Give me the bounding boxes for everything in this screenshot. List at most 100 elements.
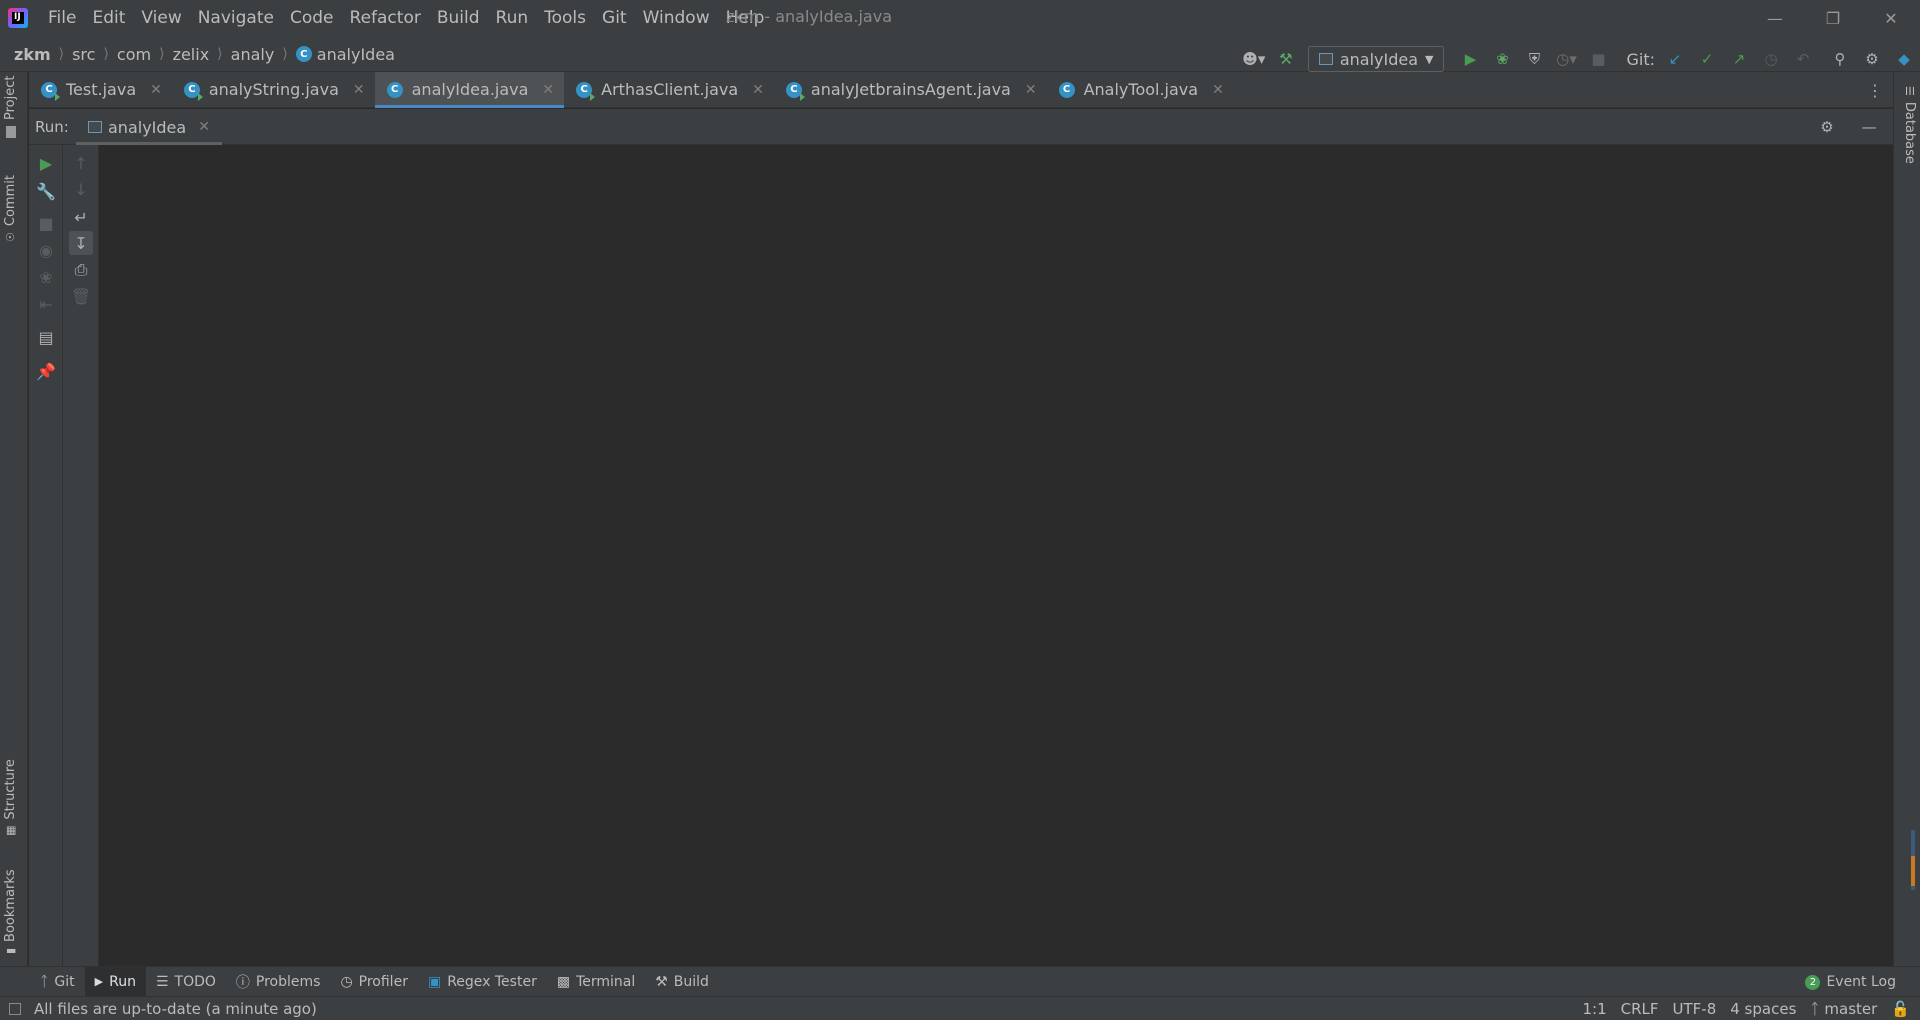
history-icon[interactable]: ◷ — [1758, 46, 1784, 72]
close-tab-icon[interactable]: ✕ — [353, 82, 365, 98]
close-tab-icon[interactable]: ✕ — [1212, 82, 1224, 98]
tool-label: Event Log — [1826, 974, 1896, 990]
pin-icon[interactable]: 📌 — [34, 359, 58, 383]
java-class-icon: C — [386, 81, 403, 98]
tool-tab-project[interactable]: Project — [3, 76, 18, 138]
close-tab-icon[interactable]: ✕ — [198, 119, 210, 135]
tool-build[interactable]: ⚒ Build — [645, 967, 719, 997]
camera-icon[interactable]: ◉ — [34, 238, 58, 262]
user-menu-icon[interactable]: ☻▾ — [1241, 46, 1267, 72]
run-configuration-selector[interactable]: analyIdea ▼ — [1307, 46, 1445, 72]
navigation-bar: zkm ⟩ src ⟩ com ⟩ zelix ⟩ analy ⟩ C analyIdea… — [0, 36, 1920, 72]
run-triangle-icon: ▶ — [94, 975, 104, 988]
left-tool-stripe: Project ☉ Commit ▦ Structure ▮ Bookmarks — [0, 72, 28, 966]
close-tab-icon[interactable]: ✕ — [542, 82, 554, 98]
debug-icon[interactable]: ❀ — [1489, 46, 1515, 72]
wrench-icon[interactable]: 🔧 — [34, 179, 58, 203]
breadcrumb-item[interactable]: com — [117, 45, 151, 64]
editor-tab-analyjetbrainsagent[interactable]: C analyJetbrainsAgent.java ✕ — [774, 72, 1047, 108]
indent-setting[interactable]: 4 spaces — [1730, 1000, 1796, 1018]
git-push-icon[interactable]: ↗ — [1726, 46, 1752, 72]
hide-panel-icon[interactable]: — — [1856, 114, 1882, 140]
run-tab-analyidea[interactable]: analyIdea ✕ — [76, 109, 222, 145]
breadcrumb-item[interactable]: src — [72, 45, 95, 64]
stop-icon[interactable]: ■ — [1585, 46, 1611, 72]
lock-icon[interactable]: 🔓 — [1891, 1000, 1910, 1018]
stop-icon[interactable]: ■ — [34, 211, 58, 235]
profile-icon[interactable]: ◷▾ — [1553, 46, 1579, 72]
breadcrumb-item[interactable]: analyIdea — [317, 45, 395, 64]
event-count-badge: 2 — [1805, 974, 1821, 990]
menu-tools[interactable]: Tools — [536, 6, 594, 30]
file-encoding[interactable]: UTF-8 — [1673, 1000, 1717, 1018]
tool-event-log[interactable]: 2 Event Log — [1795, 967, 1906, 997]
console-output[interactable] — [100, 145, 1893, 966]
menu-build[interactable]: Build — [429, 6, 488, 30]
menu-file[interactable]: File — [40, 6, 84, 30]
scroll-to-end-icon[interactable]: ↧ — [69, 231, 93, 255]
tool-run[interactable]: ▶ Run — [84, 966, 146, 997]
menu-edit[interactable]: Edit — [84, 6, 133, 30]
jetbrains-toolbox-icon[interactable]: ◆ — [1891, 46, 1917, 72]
coverage-icon[interactable]: ⛨ — [1521, 46, 1547, 72]
editor-tab-arthasclient[interactable]: C ArthasClient.java ✕ — [564, 72, 774, 108]
close-tab-icon[interactable]: ✕ — [1025, 82, 1037, 98]
tool-git[interactable]: ᛏ Git — [30, 967, 85, 997]
tool-problems[interactable]: ⓘ Problems — [226, 967, 331, 997]
search-icon[interactable]: ⚲ — [1827, 46, 1853, 72]
menu-git[interactable]: Git — [594, 6, 635, 30]
tool-todo[interactable]: ☰ TODO — [146, 967, 226, 997]
editor-tab-analystring[interactable]: C analyString.java ✕ — [172, 72, 375, 108]
branch-name: master — [1824, 1000, 1878, 1018]
menu-window[interactable]: Window — [635, 6, 718, 30]
tool-profiler[interactable]: ◷ Profiler — [330, 967, 418, 997]
minimize-button[interactable]: — — [1746, 0, 1804, 36]
menu-code[interactable]: Code — [282, 6, 342, 30]
line-separator[interactable]: CRLF — [1621, 1000, 1659, 1018]
gear-icon[interactable]: ⚙ — [1814, 114, 1840, 140]
tool-tab-database[interactable]: ☰ Database — [1902, 86, 1917, 164]
close-tab-icon[interactable]: ✕ — [752, 82, 764, 98]
menu-run[interactable]: Run — [488, 6, 537, 30]
menu-refactor[interactable]: Refactor — [342, 6, 429, 30]
debug-icon[interactable]: ❀ — [34, 265, 58, 289]
intellij-logo-icon[interactable]: IJ — [8, 8, 28, 28]
main-menu: File Edit View Navigate Code Refactor Build Run… — [40, 6, 772, 30]
scrollbar[interactable] — [1911, 830, 1915, 890]
build-hammer-icon[interactable]: ⚒ — [1273, 46, 1299, 72]
git-update-icon[interactable]: ↙ — [1662, 46, 1688, 72]
breadcrumb-item[interactable]: analy — [231, 45, 275, 64]
print-icon[interactable]: ⎙ — [69, 258, 93, 282]
git-commit-icon[interactable]: ✓ — [1694, 46, 1720, 72]
close-tab-icon[interactable]: ✕ — [150, 82, 162, 98]
menu-navigate[interactable]: Navigate — [190, 6, 282, 30]
rollback-icon[interactable]: ↶ — [1790, 46, 1816, 72]
tool-tab-structure[interactable]: ▦ Structure — [3, 759, 18, 836]
git-branch-widget[interactable]: ᛏ master — [1810, 1000, 1877, 1018]
exit-icon[interactable]: ⇤ — [34, 292, 58, 316]
editor-tab-analyidea[interactable]: C analyIdea.java ✕ — [374, 71, 565, 108]
restore-button[interactable]: ❐ — [1804, 0, 1862, 36]
status-message[interactable]: All files are up-to-date (a minute ago) — [34, 1000, 317, 1018]
run-icon[interactable]: ▶ — [1457, 46, 1483, 72]
more-tabs-icon[interactable]: ⋮ — [1863, 78, 1887, 102]
tool-tab-bookmarks[interactable]: ▮ Bookmarks — [3, 869, 18, 954]
breadcrumb-item[interactable]: zkm — [14, 45, 51, 64]
trash-icon[interactable]: 🗑 — [69, 284, 93, 308]
settings-icon[interactable]: ⚙ — [1859, 46, 1885, 72]
arrow-down-icon[interactable]: ↓ — [69, 177, 93, 201]
close-button[interactable]: ✕ — [1862, 0, 1920, 36]
tool-windows-toggle-icon[interactable] — [9, 1003, 21, 1015]
editor-tab-analytool[interactable]: C AnalyTool.java ✕ — [1047, 72, 1234, 108]
menu-view[interactable]: View — [133, 6, 189, 30]
breadcrumb-item[interactable]: zelix — [173, 45, 210, 64]
rerun-icon[interactable]: ▶ — [34, 151, 58, 175]
tool-tab-commit[interactable]: ☉ Commit — [3, 175, 18, 242]
editor-tab-test[interactable]: C Test.java ✕ — [29, 72, 172, 108]
soft-wrap-icon[interactable]: ↵ — [69, 205, 93, 229]
caret-position[interactable]: 1:1 — [1582, 1000, 1606, 1018]
arrow-up-icon[interactable]: ↑ — [69, 151, 93, 175]
tool-terminal[interactable]: ▩ Terminal — [547, 967, 645, 997]
tool-regex-tester[interactable]: ▣ Regex Tester — [418, 967, 547, 997]
layout-icon[interactable]: ▤ — [34, 325, 58, 349]
